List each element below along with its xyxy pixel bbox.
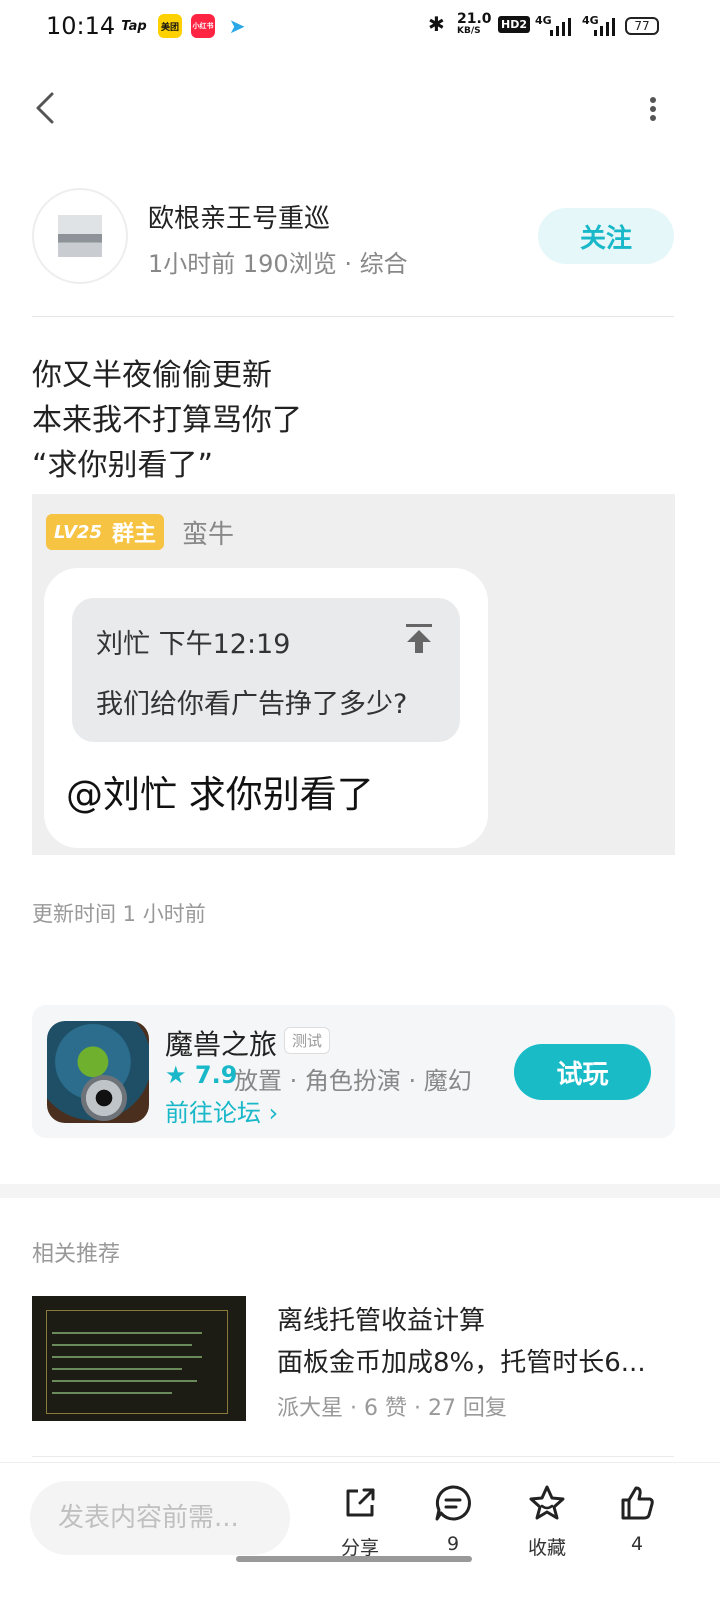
recommend-title[interactable]: 离线托管收益计算 xyxy=(277,1300,485,1337)
game-rating: ★ 7.9 xyxy=(165,1061,238,1089)
back-button[interactable] xyxy=(30,88,70,128)
more-vertical-icon xyxy=(650,97,656,121)
favorite-button[interactable]: 收藏 xyxy=(512,1483,582,1573)
game-card[interactable]: 魔兽之旅 测试 ★ 7.9 放置 · 角色扮演 · 魔幻 前往论坛 › 试玩 xyxy=(32,1005,675,1138)
signal-bars-2-icon xyxy=(594,18,616,40)
author-avatar[interactable] xyxy=(32,188,128,284)
reply-message-text: @刘忙 求你别看了 xyxy=(66,773,374,816)
role-label: 群主 xyxy=(111,522,156,547)
comment-icon xyxy=(435,1485,471,1521)
game-name: 魔兽之旅 xyxy=(165,1028,278,1061)
more-options-button[interactable] xyxy=(640,88,670,128)
battleship-image xyxy=(58,215,102,257)
game-categories: 放置 · 角色扮演 · 魔幻 xyxy=(234,1067,472,1095)
net-speed: 21.0 KB/S xyxy=(457,11,492,36)
recommend-meta: 派大星 · 6 赞 · 27 回复 xyxy=(277,1396,507,1421)
chevron-right-icon: › xyxy=(268,1099,279,1127)
quoted-message-text: 我们给你看广告挣了多少? xyxy=(96,689,408,720)
post-image[interactable]: LV25 群主 蛮牛 刘忙 下午12:19 我们给你看广告挣了多少? @刘忙 求… xyxy=(32,494,675,855)
post-text-line: 你又半夜偷偷更新 xyxy=(32,358,272,393)
post-meta: 1小时前 190浏览 · 综合 xyxy=(148,250,408,278)
post-text-line: “求你别看了” xyxy=(32,448,214,483)
status-bar: 10:14 Tap 美团 小红书 ➤ ✱ 21.0 KB/S HD2 4G 4G… xyxy=(0,0,720,56)
home-indicator xyxy=(236,1556,472,1562)
updated-time: 更新时间 1 小时前 xyxy=(32,902,206,926)
battery-icon: 77 xyxy=(625,17,659,35)
meituan-app-icon: 美团 xyxy=(158,14,182,38)
forum-link[interactable]: 前往论坛 › xyxy=(165,1093,278,1128)
share-icon xyxy=(346,1488,375,1517)
section-separator xyxy=(0,1184,720,1198)
divider xyxy=(32,1456,674,1457)
level-label: LV25 xyxy=(54,521,102,543)
scroll-to-top-icon xyxy=(404,622,434,654)
bottom-action-bar: 分享 9 收藏 4 xyxy=(0,1462,720,1601)
recommend-subtitle[interactable]: 面板金币加成8%，托管时长6... xyxy=(277,1342,646,1379)
author-name[interactable]: 欧根亲王号重巡 xyxy=(148,198,330,235)
post-text-line: 本来我不打算骂你了 xyxy=(32,403,302,438)
tap-app-icon: Tap xyxy=(121,14,147,38)
comment-input[interactable] xyxy=(30,1481,290,1555)
xiaohongshu-app-icon: 小红书 xyxy=(191,14,215,38)
star-icon: ★ xyxy=(165,1061,187,1089)
divider xyxy=(32,316,674,317)
group-owner-badge: LV25 群主 xyxy=(46,514,164,550)
try-play-button[interactable]: 试玩 xyxy=(514,1044,651,1100)
follow-button[interactable]: 关注 xyxy=(538,208,674,264)
test-tag: 测试 xyxy=(284,1027,331,1054)
star-outline-icon xyxy=(529,1485,565,1520)
quoted-message-header: 刘忙 下午12:19 xyxy=(96,629,291,660)
recommend-thumbnail[interactable] xyxy=(32,1296,246,1421)
paper-plane-app-icon: ➤ xyxy=(225,14,249,38)
bluetooth-icon: ✱ xyxy=(428,12,445,36)
chevron-left-icon xyxy=(36,92,54,124)
chat-nickname: 蛮牛 xyxy=(182,520,235,550)
related-section-title: 相关推荐 xyxy=(32,1242,121,1267)
status-time: 10:14 xyxy=(46,12,116,40)
signal-bars-1-icon xyxy=(550,18,572,40)
hd-voice-icon: HD2 xyxy=(498,16,530,33)
thumbs-up-icon xyxy=(621,1486,654,1520)
game-icon xyxy=(47,1021,149,1123)
like-button[interactable]: 4 xyxy=(602,1483,672,1573)
